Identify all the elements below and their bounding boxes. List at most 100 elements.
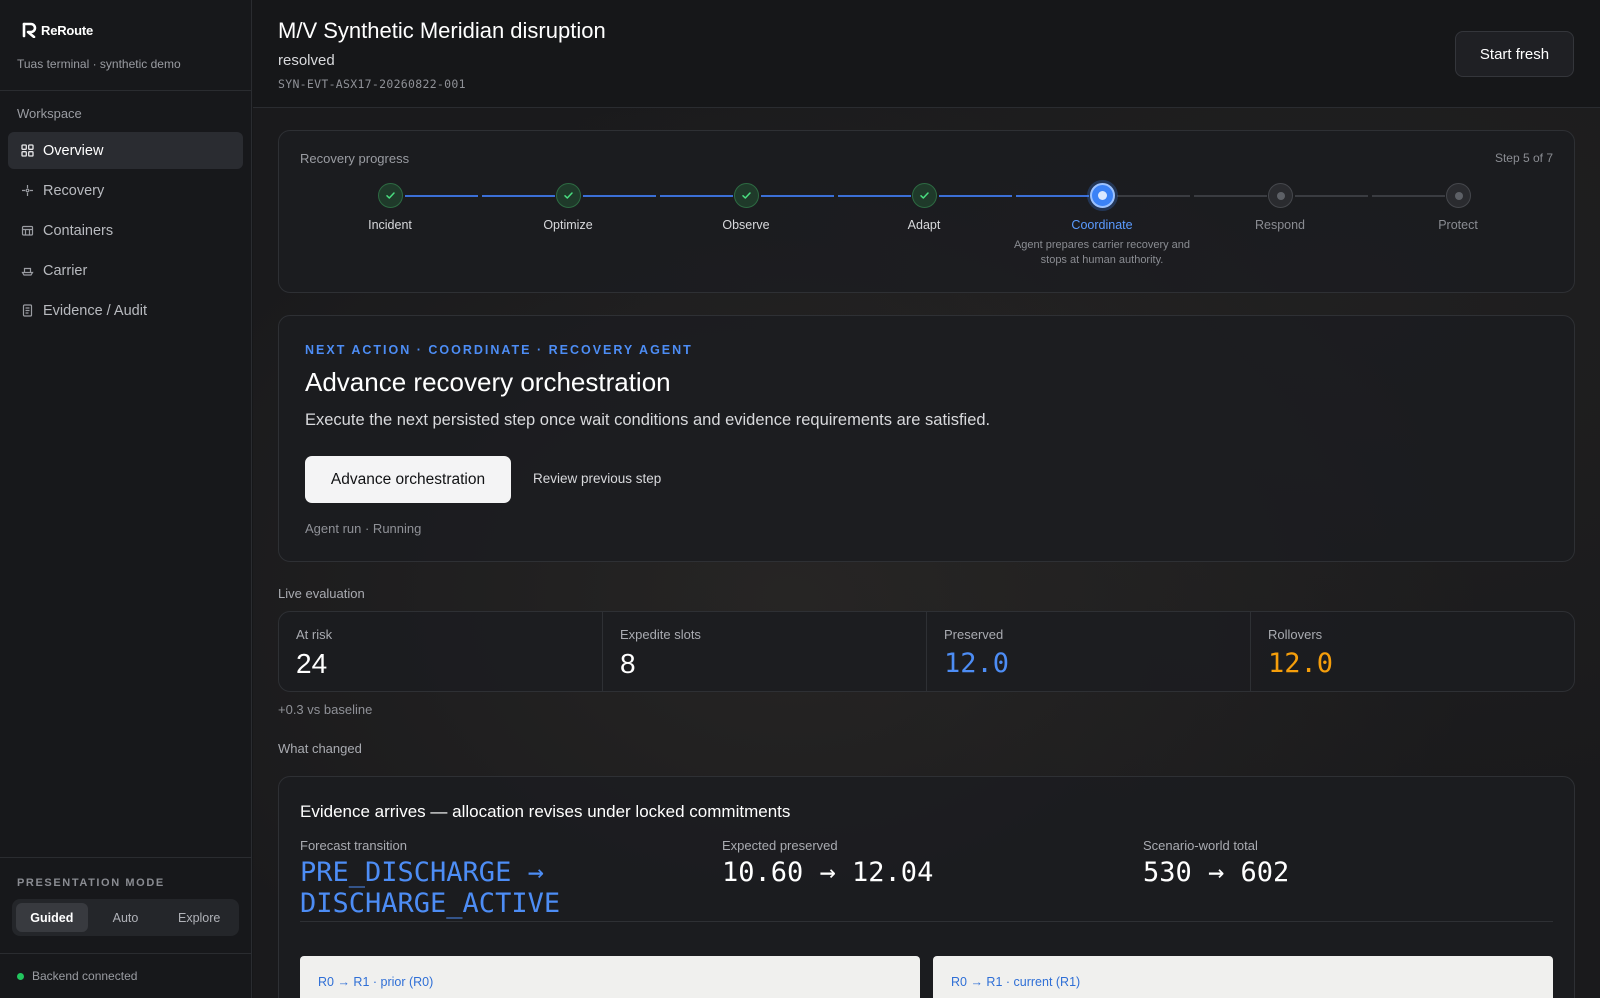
backend-status: Backend connected xyxy=(17,969,137,983)
sidebar-item-evidence-audit[interactable]: Evidence / Audit xyxy=(8,292,243,329)
current-step-icon xyxy=(1090,183,1115,208)
live-evaluation-metrics: At risk 24 Expedite slots 8 Preserved 12… xyxy=(278,611,1575,692)
what-changed-title: Evidence arrives — allocation revises un… xyxy=(300,802,791,821)
what-changed-card: Evidence arrives — allocation revises un… xyxy=(278,776,1575,998)
live-evaluation-label: Live evaluation xyxy=(278,586,365,601)
document-icon xyxy=(20,304,34,318)
status-text: resolved xyxy=(278,52,335,69)
pending-step-icon xyxy=(1268,183,1293,208)
page-title: M/V Synthetic Meridian disruption xyxy=(278,18,606,43)
backend-status-text: Backend connected xyxy=(32,969,138,983)
step-description: Agent prepares carrier recovery and stop… xyxy=(1013,239,1191,266)
sidebar-item-label: Carrier xyxy=(43,262,88,279)
step-connector xyxy=(761,195,834,197)
status-dot-icon xyxy=(17,972,24,980)
sidebar-item-recovery[interactable]: Recovery xyxy=(8,172,243,209)
pending-step-icon xyxy=(1446,183,1471,208)
advance-orchestration-button[interactable]: Advance orchestration xyxy=(305,456,511,503)
start-fresh-button[interactable]: Start fresh xyxy=(1455,31,1574,77)
metric-value: 24 xyxy=(296,648,328,679)
what-changed-label: What changed xyxy=(278,741,362,756)
panel-label: R0 → R1 · current (R1) xyxy=(951,975,1081,989)
current-allocation-panel: R0 → R1 · current (R1) xyxy=(933,956,1553,998)
sidebar-divider xyxy=(0,857,251,858)
presentation-mode-toggle: Guided Auto Explore xyxy=(12,899,239,936)
metric-value: 12.0 xyxy=(944,648,1010,679)
mode-guided-button[interactable]: Guided xyxy=(16,903,88,932)
step-label: Optimize xyxy=(543,218,593,232)
forecast-value: PRE_DISCHARGE → DISCHARGE_ACTIVE xyxy=(300,857,561,919)
step-label: Coordinate xyxy=(1071,218,1133,232)
forecast-transition: Forecast transition PRE_DISCHARGE → DISC… xyxy=(300,838,680,919)
metric-preserved: Preserved 12.0 xyxy=(927,612,1251,691)
sidebar-section-label: Workspace xyxy=(17,106,82,121)
metric-value: 8 xyxy=(620,648,636,679)
presentation-mode-label: PRESENTATION MODE xyxy=(17,877,165,889)
sidebar-nav: Overview Recovery Containers Carrier Evi… xyxy=(8,132,243,332)
baseline-delta: +0.3 vs baseline xyxy=(278,702,373,717)
step-counter: Step 5 of 7 xyxy=(1494,151,1553,165)
container-icon xyxy=(20,224,34,238)
progress-label: Recovery progress xyxy=(300,151,410,166)
brand[interactable]: ReRoute xyxy=(22,22,93,38)
step-connector xyxy=(838,195,911,197)
expected-label: Expected preserved xyxy=(722,838,838,853)
sidebar-divider xyxy=(0,90,251,91)
ship-icon xyxy=(20,264,34,278)
recovery-progress-card: Recovery progress Step 5 of 7 Incident O… xyxy=(278,130,1575,293)
expected-preserved: Expected preserved 10.60 → 12.04 xyxy=(722,838,933,888)
sidebar-divider xyxy=(0,953,251,954)
metric-label: Rollovers xyxy=(1268,627,1323,642)
page-header: M/V Synthetic Meridian disruption resolv… xyxy=(253,0,1600,108)
main-content: M/V Synthetic Meridian disruption resolv… xyxy=(253,0,1600,998)
sidebar-item-carrier[interactable]: Carrier xyxy=(8,252,243,289)
agent-run-status: Agent run · Running xyxy=(305,521,422,536)
next-action-eyebrow: NEXT ACTION · COORDINATE · RECOVERY AGEN… xyxy=(305,343,693,357)
check-icon xyxy=(556,183,581,208)
step-connector xyxy=(482,195,555,197)
metric-value: 12.0 xyxy=(1268,648,1334,679)
step-connector xyxy=(583,195,656,197)
step-label: Protect xyxy=(1438,218,1478,232)
step-connector xyxy=(939,195,1012,197)
sidebar-item-overview[interactable]: Overview xyxy=(8,132,243,169)
sidebar: ReRoute Tuas terminal · synthetic demo W… xyxy=(0,0,252,998)
panel-label: R0 → R1 · prior (R0) xyxy=(318,975,434,989)
reroute-logo-icon xyxy=(22,22,37,38)
mode-explore-button[interactable]: Explore xyxy=(163,903,235,932)
expected-value: 10.60 → 12.04 xyxy=(722,857,934,888)
next-action-card: NEXT ACTION · COORDINATE · RECOVERY AGEN… xyxy=(278,315,1575,562)
step-connector xyxy=(1194,195,1267,197)
next-action-title: Advance recovery orchestration xyxy=(305,367,671,397)
sparkle-icon xyxy=(20,184,34,198)
total-label: Scenario-world total xyxy=(1143,838,1258,853)
step-connector xyxy=(660,195,733,197)
step-label: Incident xyxy=(368,218,412,232)
prior-allocation-panel: R0 → R1 · prior (R0) xyxy=(300,956,920,998)
sidebar-item-label: Recovery xyxy=(43,182,105,199)
step-connector xyxy=(1372,195,1445,197)
forecast-label: Forecast transition xyxy=(300,838,407,853)
metric-label: Preserved xyxy=(944,627,1004,642)
step-connector xyxy=(1295,195,1368,197)
metric-rollovers: Rollovers 12.0 xyxy=(1251,612,1574,691)
step-connector xyxy=(405,195,478,197)
check-icon xyxy=(912,183,937,208)
sidebar-item-label: Evidence / Audit xyxy=(43,302,147,319)
sidebar-item-label: Overview xyxy=(43,142,104,159)
metric-label: Expedite slots xyxy=(620,627,701,642)
divider xyxy=(300,921,1553,922)
sidebar-item-containers[interactable]: Containers xyxy=(8,212,243,249)
metric-at-risk: At risk 24 xyxy=(279,612,603,691)
check-icon xyxy=(378,183,403,208)
scenario-world-total: Scenario-world total 530 → 602 xyxy=(1143,838,1289,888)
step-label: Respond xyxy=(1254,218,1306,232)
step-connector xyxy=(1016,195,1089,197)
mode-auto-button[interactable]: Auto xyxy=(90,903,162,932)
event-id: SYN-EVT-ASX17-20260822-001 xyxy=(278,77,466,91)
step-label: Adapt xyxy=(907,218,941,232)
review-previous-step-button[interactable]: Review previous step xyxy=(533,471,661,486)
brand-subtitle: Tuas terminal · synthetic demo xyxy=(17,57,181,71)
next-action-description: Execute the next persisted step once wai… xyxy=(305,411,991,429)
check-icon xyxy=(734,183,759,208)
